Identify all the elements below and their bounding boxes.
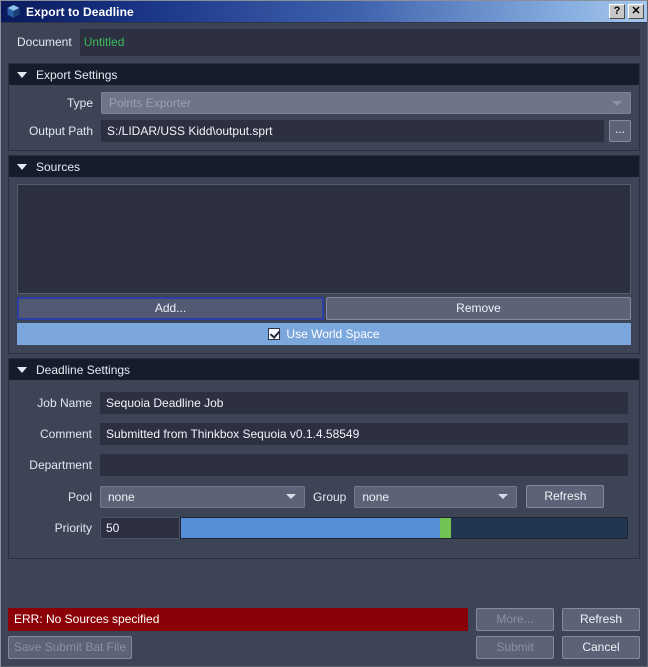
comment-input[interactable]: Submitted from Thinkbox Sequoia v0.1.4.5… — [100, 423, 628, 445]
title-bar: Export to Deadline ? ✕ — [1, 1, 647, 23]
title-bar-buttons: ? ✕ — [609, 4, 644, 19]
department-row: Department — [20, 454, 628, 476]
help-button[interactable]: ? — [609, 4, 625, 19]
pool-dropdown[interactable]: none — [100, 485, 305, 508]
chevron-down-icon — [498, 494, 509, 499]
refresh-button[interactable]: Refresh — [562, 608, 640, 631]
export-settings-content: Type Points Exporter Output Path S:/LIDA… — [9, 85, 639, 150]
footer: ERR: No Sources specified More... Refres… — [8, 608, 640, 659]
use-world-space-checkbox[interactable] — [268, 328, 281, 340]
browse-output-path-button[interactable]: ... — [609, 120, 631, 142]
job-name-input[interactable]: Sequoia Deadline Job — [100, 392, 628, 414]
chevron-down-icon — [17, 71, 27, 78]
sources-group: Sources Add... Remove Use World Space — [8, 155, 640, 354]
output-path-label: Output Path — [28, 124, 93, 138]
sources-content: Add... Remove Use World Space — [9, 177, 639, 353]
priority-label: Priority — [54, 521, 92, 535]
remove-source-button[interactable]: Remove — [326, 297, 631, 320]
pool-dropdown-value: none — [108, 489, 135, 504]
deadline-settings-title: Deadline Settings — [36, 362, 131, 377]
use-world-space-row[interactable]: Use World Space — [17, 323, 631, 345]
chevron-down-icon — [286, 494, 296, 499]
deadline-settings-header[interactable]: Deadline Settings — [9, 359, 639, 380]
export-to-deadline-dialog: Export to Deadline ? ✕ Document Untitled… — [0, 0, 648, 667]
group-dropdown-value: none — [362, 489, 390, 504]
chevron-down-icon — [17, 366, 27, 373]
deadline-settings-content: Job Name Sequoia Deadline Job Comment Su… — [9, 380, 639, 558]
job-name-row: Job Name Sequoia Deadline Job — [20, 392, 628, 414]
document-value: Untitled — [83, 35, 125, 49]
sources-header[interactable]: Sources — [9, 156, 639, 177]
department-label: Department — [29, 458, 92, 472]
department-input[interactable] — [100, 454, 628, 476]
footer-row-top: ERR: No Sources specified More... Refres… — [8, 608, 640, 631]
export-settings-title: Export Settings — [36, 67, 118, 82]
chevron-down-icon — [17, 163, 27, 170]
type-row: Type Points Exporter — [17, 92, 631, 114]
priority-slider-handle[interactable] — [439, 518, 451, 538]
sources-buttons: Add... Remove — [17, 297, 631, 320]
type-dropdown-value: Points Exporter — [109, 96, 192, 110]
export-settings-header[interactable]: Export Settings — [9, 64, 639, 85]
group-label: Group — [313, 489, 347, 504]
job-name-label: Job Name — [37, 396, 92, 410]
deadline-settings-group: Deadline Settings Job Name Sequoia Deadl… — [8, 358, 640, 559]
cancel-button[interactable]: Cancel — [562, 636, 640, 659]
more-button[interactable]: More... — [476, 608, 554, 631]
refresh-pools-button[interactable]: Refresh — [526, 485, 605, 508]
type-dropdown[interactable]: Points Exporter — [101, 92, 631, 114]
use-world-space-label: Use World Space — [286, 327, 380, 341]
priority-slider[interactable] — [180, 517, 628, 539]
sources-list[interactable] — [17, 184, 631, 294]
status-badge: ERR: No Sources specified — [8, 608, 468, 631]
output-path-input[interactable]: S:/LIDAR/USS Kidd\output.sprt — [101, 120, 604, 142]
save-submit-bat-file-button[interactable]: Save Submit Bat File — [8, 636, 132, 659]
type-label: Type — [66, 96, 93, 110]
window-title: Export to Deadline — [26, 4, 134, 19]
add-source-button[interactable]: Add... — [17, 297, 324, 320]
footer-row-bottom: Save Submit Bat File Submit Cancel — [8, 636, 640, 659]
cube-icon — [6, 4, 21, 19]
document-label: Document — [8, 29, 80, 56]
close-icon[interactable]: ✕ — [628, 4, 644, 19]
pool-label: Pool — [67, 489, 92, 504]
sources-title: Sources — [36, 159, 81, 174]
chevron-down-icon — [612, 100, 622, 106]
export-settings-group: Export Settings Type Points Exporter Out… — [8, 63, 640, 151]
pool-group-row: Pool none Group none Refresh — [20, 485, 628, 508]
submit-button[interactable]: Submit — [476, 636, 554, 659]
priority-slider-fill — [181, 518, 440, 538]
comment-row: Comment Submitted from Thinkbox Sequoia … — [20, 423, 628, 445]
document-row: Document Untitled — [8, 29, 640, 56]
dialog-body: Document Untitled Export Settings Type P… — [1, 23, 647, 559]
priority-row: Priority 50 — [20, 517, 628, 539]
group-dropdown[interactable]: none — [354, 485, 518, 508]
comment-label: Comment — [39, 427, 92, 441]
output-path-row: Output Path S:/LIDAR/USS Kidd\output.spr… — [17, 120, 631, 142]
priority-spinbox[interactable]: 50 — [100, 517, 180, 539]
